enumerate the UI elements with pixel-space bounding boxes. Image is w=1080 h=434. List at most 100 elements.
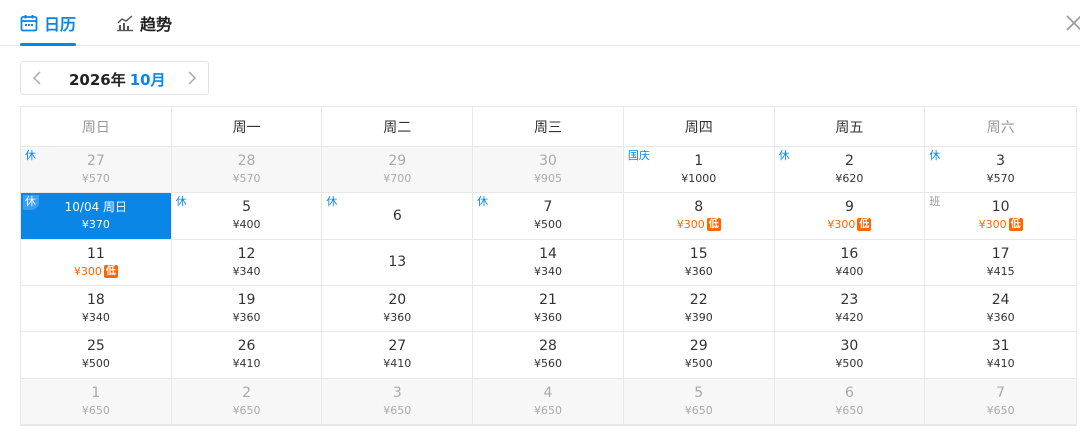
price-value: ¥570 [232, 172, 261, 186]
day-cell[interactable]: 7 ¥650 [925, 378, 1076, 425]
day-cell[interactable]: 20 ¥360 [322, 285, 474, 333]
tab-calendar[interactable]: 日历 [20, 12, 77, 46]
price-value: ¥500 [81, 357, 110, 371]
price-value: ¥650 [383, 403, 412, 417]
day-cell[interactable]: 9 ¥300 低 [774, 193, 926, 240]
price-value: ¥500 [684, 357, 713, 371]
day-number: 29 [388, 153, 407, 170]
day-price: ¥905 [534, 171, 562, 187]
day-cell[interactable]: 30 ¥500 [774, 332, 926, 379]
chevron-left-icon[interactable] [30, 70, 46, 86]
day-cell[interactable]: 1 ¥650 [21, 378, 172, 425]
day-cell[interactable]: 23 ¥420 [774, 285, 926, 333]
price-value: ¥360 [232, 311, 261, 325]
day-cell[interactable]: 26 ¥410 [171, 332, 323, 379]
day-cell[interactable]: 休 7 ¥500 [473, 193, 624, 240]
calendar-grid: 周日 周一 周二 周三 周四 周五 周六休 27 ¥570 28 ¥570 29 ¥700 30 ¥905 国… [20, 106, 1077, 426]
price-value: ¥400 [232, 218, 261, 232]
price-value: ¥300 [676, 218, 705, 232]
day-cell[interactable]: 29 ¥500 [623, 332, 775, 379]
holiday-tag: 休 [927, 149, 944, 164]
day-number: 22 [689, 292, 708, 309]
weekday-header: 周五 [774, 107, 926, 147]
day-cell[interactable]: 休 5 ¥400 [171, 193, 323, 240]
day-cell[interactable]: 18 ¥340 [21, 285, 172, 333]
price-value: ¥570 [81, 172, 110, 186]
day-cell[interactable]: 17 ¥415 [925, 239, 1076, 286]
day-cell[interactable]: 28 ¥570 [171, 147, 323, 194]
day-cell[interactable]: 12 ¥340 [171, 239, 323, 286]
price-value: ¥390 [684, 311, 713, 325]
day-cell[interactable]: 16 ¥400 [774, 239, 926, 286]
day-price: ¥360 [534, 310, 562, 326]
day-price: ¥400 [233, 217, 261, 233]
price-value: ¥300 [978, 218, 1007, 232]
day-cell[interactable]: 休6 [322, 193, 474, 240]
day-cell[interactable]: 3 ¥650 [322, 378, 474, 425]
day-cell[interactable]: 国庆 1 ¥1000 [623, 147, 775, 194]
day-cell[interactable]: 24 ¥360 [925, 285, 1076, 333]
day-cell[interactable]: 19 ¥360 [171, 285, 323, 333]
holiday-tag: 休 [776, 149, 793, 164]
day-number: 8 [694, 199, 704, 216]
price-value: ¥370 [81, 218, 110, 232]
current-month-label: 2026年 10月 [69, 69, 166, 90]
day-price: ¥650 [835, 403, 863, 419]
day-cell[interactable]: 14 ¥340 [473, 239, 624, 286]
price-value: ¥340 [232, 264, 261, 278]
day-cell[interactable]: 25 ¥500 [21, 332, 172, 379]
price-value: ¥500 [835, 357, 864, 371]
price-value: ¥420 [835, 311, 864, 325]
low-price-badge: 低 [706, 218, 721, 232]
day-cell[interactable]: 休 2 ¥620 [774, 147, 926, 194]
day-number: 28 [539, 338, 557, 355]
day-cell[interactable]: 8 ¥300 低 [623, 193, 775, 240]
price-value: ¥300 [73, 264, 102, 278]
day-price: ¥390 [685, 310, 713, 326]
day-cell-selected[interactable]: 休 10/04 周日 ¥370 [21, 193, 172, 240]
day-price: ¥300 低 [74, 264, 118, 280]
price-value: ¥410 [383, 357, 412, 371]
day-price: ¥1000 [681, 171, 716, 187]
day-cell[interactable]: 6 ¥650 [774, 378, 926, 425]
day-number: 1 [694, 153, 704, 170]
month-navigator: 2026年 10月 [20, 61, 209, 95]
tab-bar: 日历 趋势 [0, 0, 1080, 46]
day-cell[interactable]: 班 10 ¥300 低 [925, 193, 1076, 240]
day-cell[interactable]: 27 ¥410 [322, 332, 474, 379]
holiday-tag: 国庆 [625, 149, 653, 164]
trend-chart-icon [117, 15, 133, 32]
day-cell[interactable]: 5 ¥650 [623, 378, 775, 425]
price-value: ¥650 [684, 403, 713, 417]
day-cell[interactable]: 2 ¥650 [171, 378, 323, 425]
day-cell[interactable]: 30 ¥905 [473, 147, 624, 194]
day-cell[interactable]: 21 ¥360 [473, 285, 624, 333]
day-cell[interactable]: 4 ¥650 [473, 378, 624, 425]
price-value: ¥360 [684, 264, 713, 278]
day-number: 20 [388, 292, 407, 309]
day-cell[interactable]: 休 3 ¥570 [925, 147, 1076, 194]
day-price: ¥340 [82, 310, 110, 326]
day-number: 26 [237, 338, 256, 355]
day-price: ¥570 [987, 171, 1015, 187]
day-cell[interactable]: 15 ¥360 [623, 239, 775, 286]
price-value: ¥300 [827, 218, 856, 232]
day-cell[interactable]: 31 ¥410 [925, 332, 1076, 379]
chevron-right-icon[interactable] [183, 70, 199, 86]
day-cell[interactable]: 28 ¥560 [473, 332, 624, 379]
price-value: ¥650 [835, 403, 864, 417]
close-icon[interactable] [1064, 13, 1080, 33]
tab-trend[interactable]: 趋势 [116, 12, 172, 34]
day-cell[interactable]: 29 ¥700 [322, 147, 474, 194]
day-number: 27 [388, 338, 407, 355]
day-number: 9 [844, 199, 854, 216]
day-cell[interactable]: 休 27 ¥570 [21, 147, 172, 194]
weekday-header: 周三 [473, 107, 624, 147]
day-cell[interactable]: 11 ¥300 低 [21, 239, 172, 286]
day-cell[interactable]: 22 ¥390 [623, 285, 775, 333]
day-number: 6 [844, 384, 854, 401]
day-cell[interactable]: 13 [322, 239, 474, 286]
day-number: 18 [86, 292, 105, 309]
price-value: ¥360 [986, 311, 1015, 325]
weekday-header: 周二 [322, 107, 474, 147]
